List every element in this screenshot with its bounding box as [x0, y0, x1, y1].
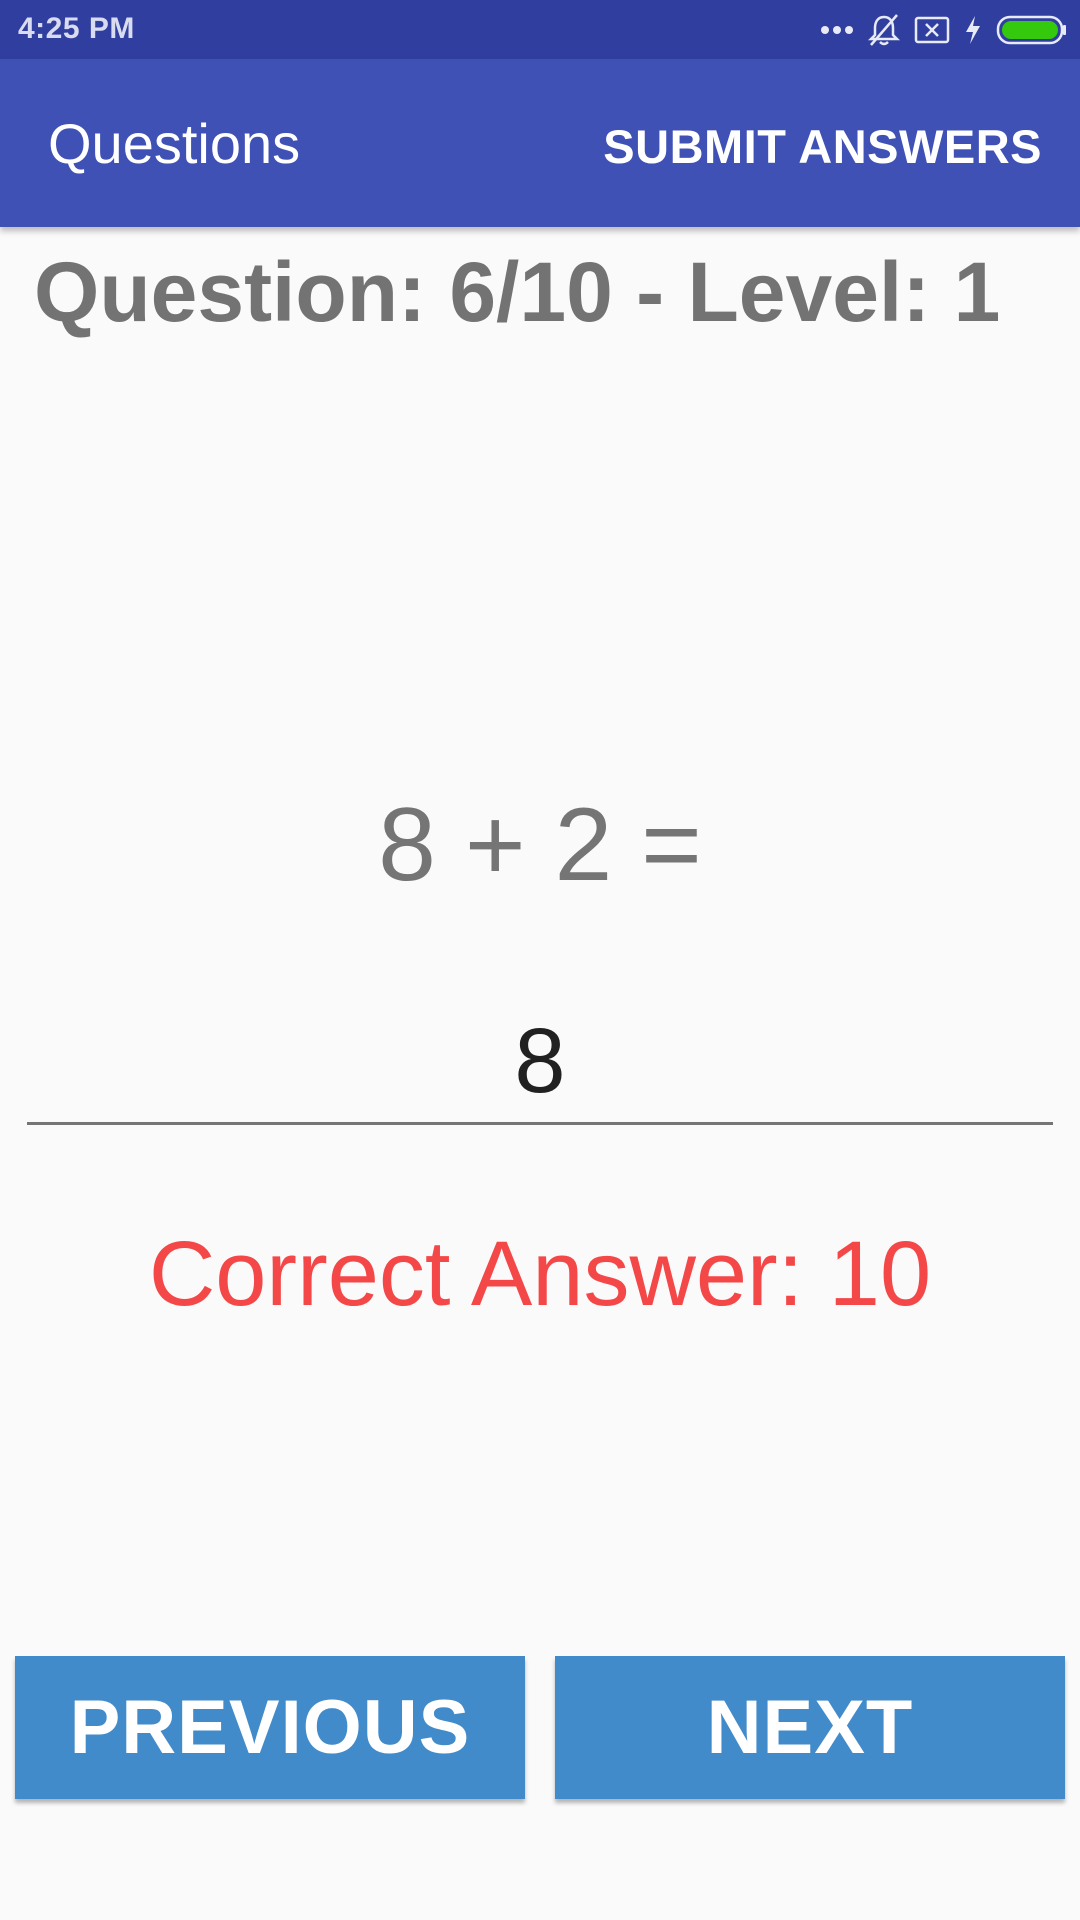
charging-bolt-icon [964, 15, 982, 45]
previous-button[interactable]: PREVIOUS [15, 1656, 525, 1799]
answer-input[interactable] [27, 1000, 1053, 1125]
question-header: Question: 6/10 - Level: 1 [34, 245, 1001, 339]
submit-answers-button[interactable]: SUBMIT ANSWERS [603, 119, 1042, 174]
next-button[interactable]: NEXT [555, 1656, 1065, 1799]
app-bar: Questions SUBMIT ANSWERS [0, 59, 1080, 227]
correct-answer-text: Correct Answer: 10 [148, 1223, 932, 1325]
status-time: 4:25 PM [18, 12, 135, 45]
no-sim-icon [914, 16, 950, 44]
app-title: Questions [48, 112, 301, 175]
battery-full-icon [996, 14, 1068, 46]
status-icons [820, 10, 1068, 50]
screen: 4:25 PM Questions SUBMIT ANSWERS Questio… [0, 0, 1080, 1920]
notifications-off-icon [868, 13, 900, 47]
status-bar: 4:25 PM [0, 0, 1080, 59]
more-dots-icon [820, 24, 854, 36]
equation-text: 8 + 2 = [378, 787, 702, 903]
